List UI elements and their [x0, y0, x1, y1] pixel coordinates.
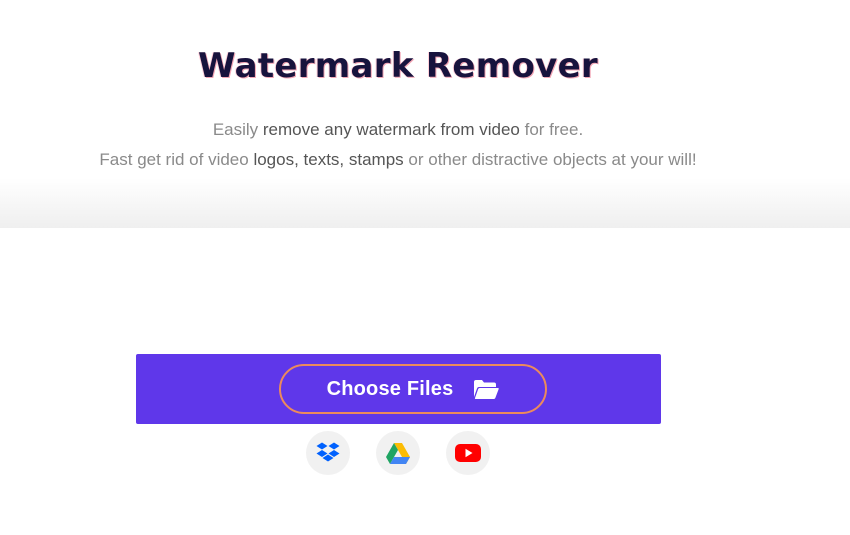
subtitle-line-1: Easily remove any watermark from video f…	[0, 120, 796, 140]
upload-dropzone[interactable]: Choose Files	[136, 354, 661, 424]
choose-files-label: Choose Files	[326, 377, 454, 400]
choose-files-button[interactable]: Choose Files	[279, 364, 547, 414]
google-drive-icon	[386, 442, 410, 464]
hero-section: Watermark Remover Easily remove any wate…	[0, 0, 850, 228]
google-drive-button[interactable]	[376, 431, 420, 475]
youtube-button[interactable]	[446, 431, 490, 475]
subtitle-1-part-c: for free.	[519, 120, 584, 139]
subtitle-1-part-a: Easily	[212, 120, 263, 139]
subtitle-line-2: Fast get rid of video logos, texts, stam…	[0, 150, 796, 170]
dropbox-button[interactable]	[306, 431, 350, 475]
youtube-icon	[455, 444, 481, 462]
folder-open-icon	[473, 379, 500, 400]
dropbox-icon	[316, 442, 340, 462]
subtitle-2-part-a: Fast get rid of video	[99, 150, 254, 169]
subtitle-1-highlight: remove any watermark from video	[262, 120, 520, 139]
subtitle-2-highlight: logos, texts, stamps	[253, 150, 404, 169]
cloud-source-buttons	[306, 431, 490, 475]
subtitle-2-part-c: or other distractive objects at your wil…	[403, 150, 697, 169]
page-title: Watermark Remover	[197, 46, 599, 86]
